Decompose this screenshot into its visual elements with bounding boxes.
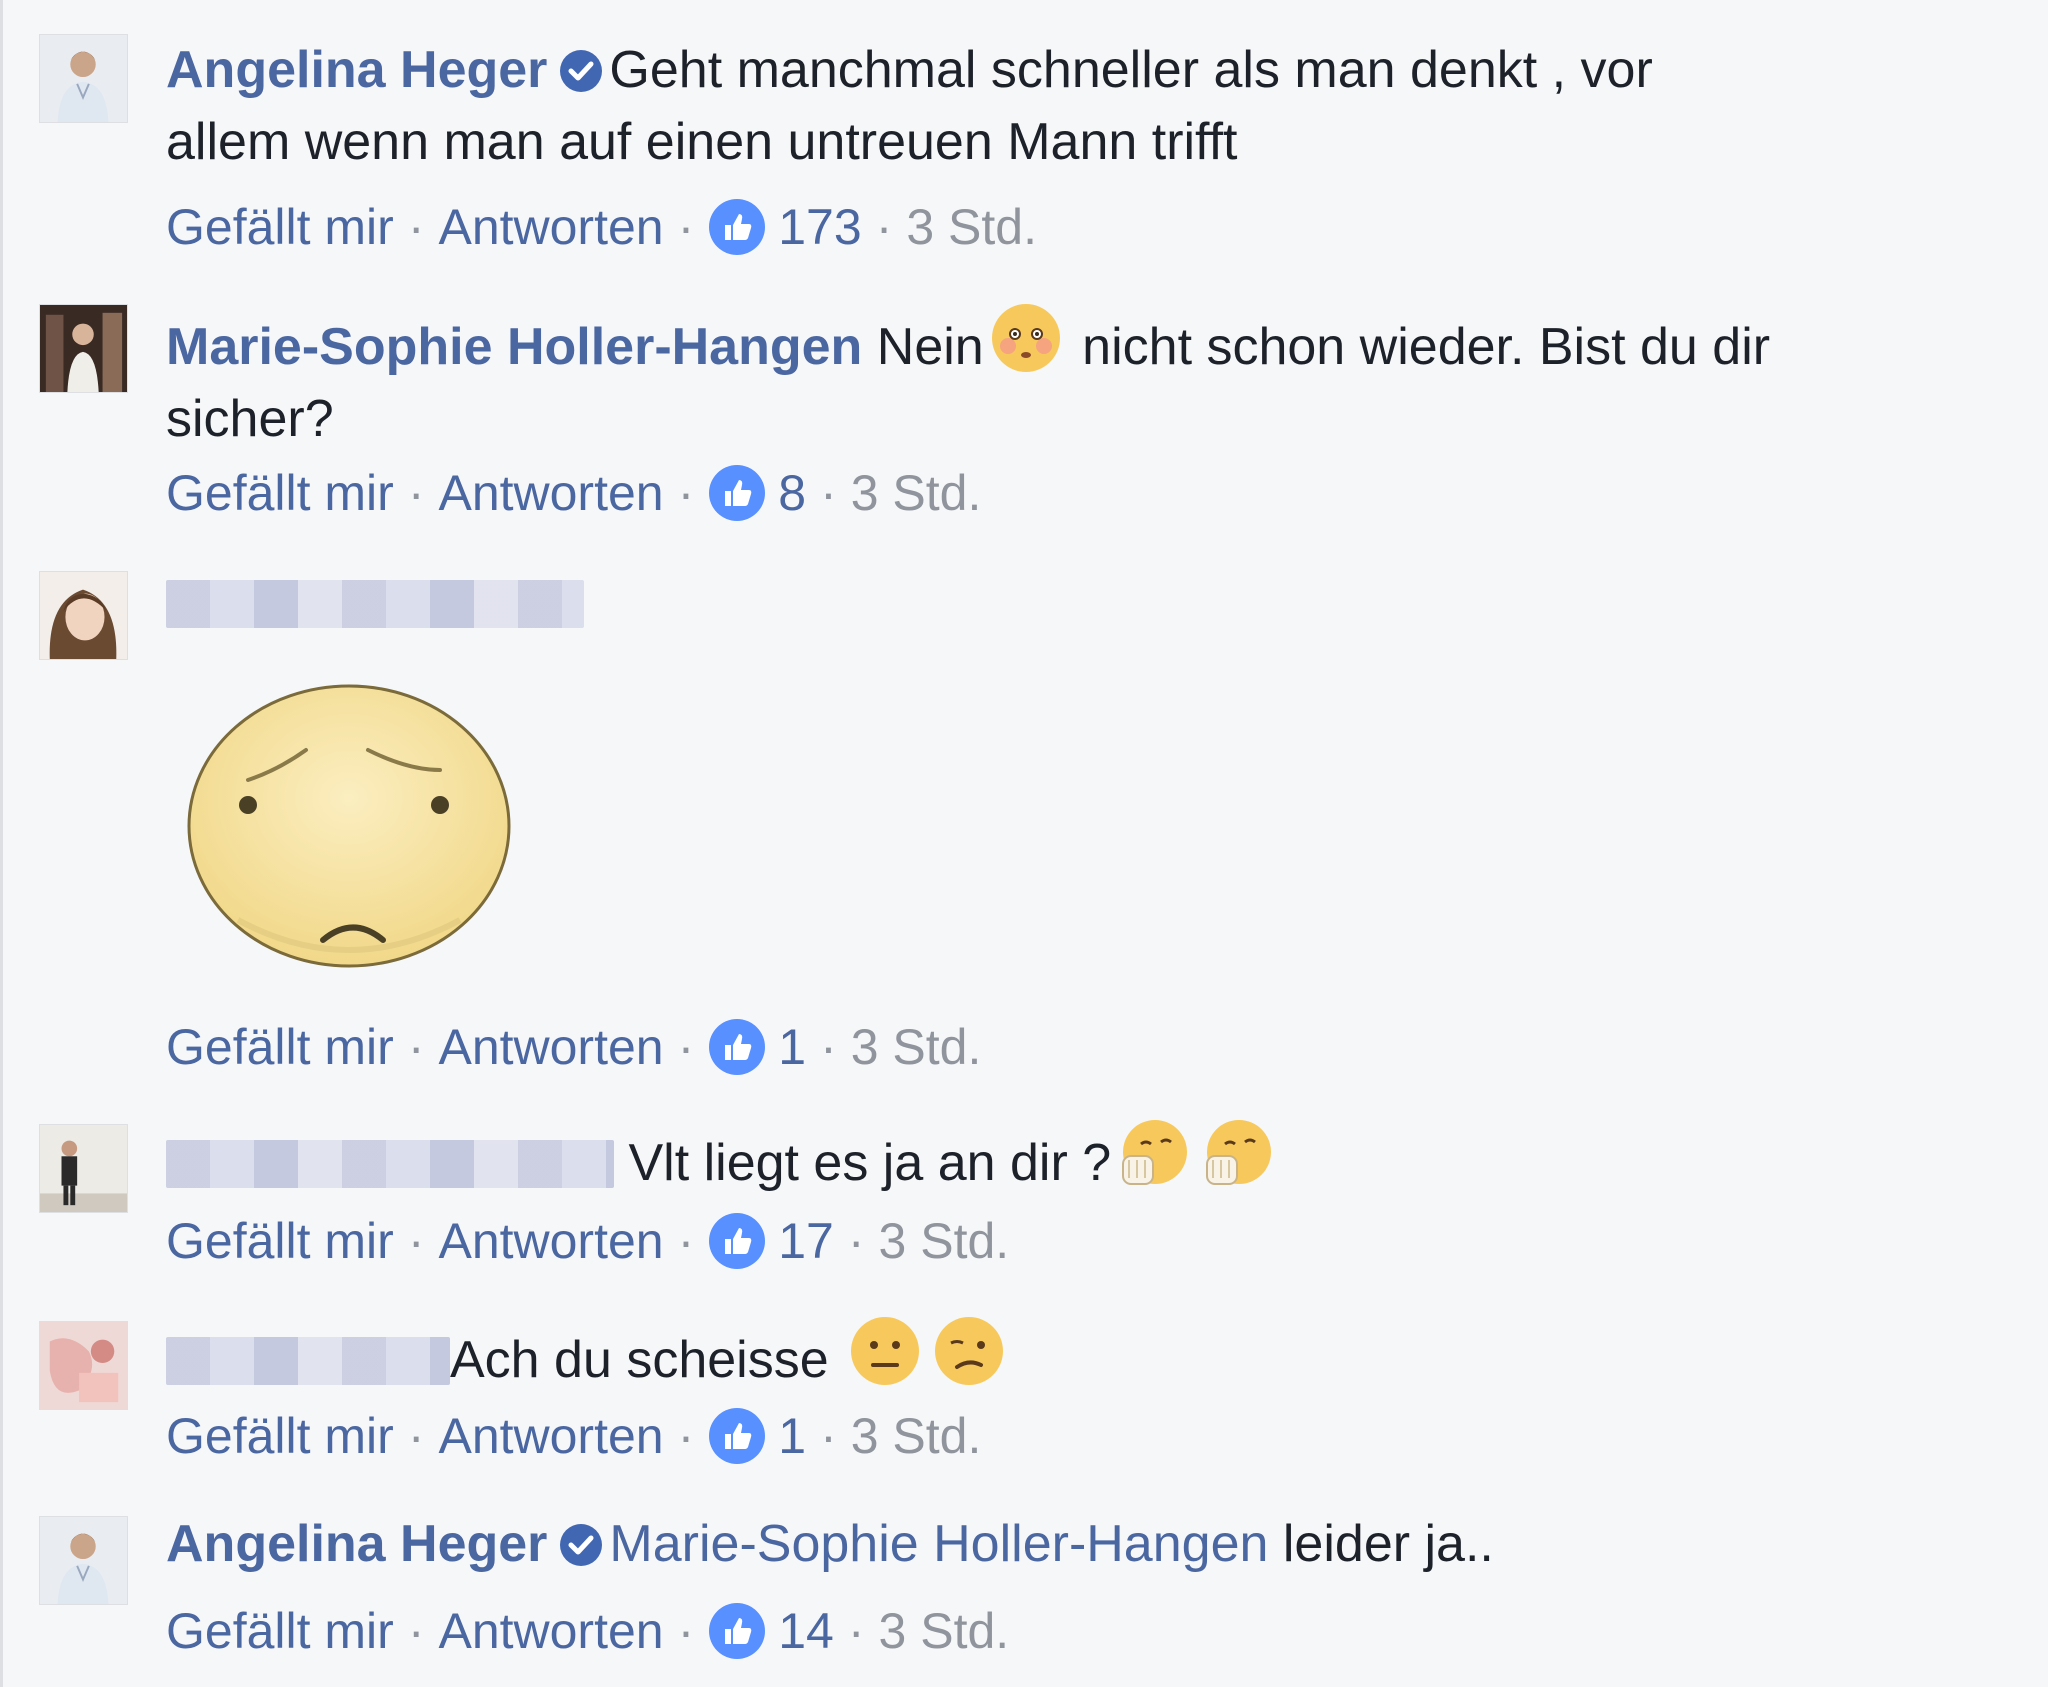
like-count[interactable]: 1	[778, 1408, 806, 1464]
thumbs-up-icon[interactable]	[708, 1018, 766, 1076]
comment-text: Ach du scheisse	[166, 1313, 1956, 1396]
verified-badge-icon	[559, 49, 603, 93]
verified-badge-icon	[559, 1523, 603, 1567]
worried-face-sticker[interactable]	[178, 670, 520, 970]
comment-text-part: Nein	[876, 318, 984, 376]
comment-text-part: Vlt liegt es ja an dir ?	[628, 1134, 1112, 1192]
like-link[interactable]: Gefällt mir	[166, 1603, 394, 1659]
comment-text-line: Geht manchmal schneller als man denkt , …	[609, 41, 1653, 99]
timestamp[interactable]: 3 Std.	[851, 1408, 982, 1464]
left-border	[0, 0, 3, 1687]
like-count[interactable]: 173	[778, 199, 861, 255]
redacted-author-name[interactable]	[166, 1337, 450, 1385]
avatar[interactable]	[39, 304, 128, 393]
author-name[interactable]: Marie-Sophie Holler-Hangen	[166, 318, 862, 376]
thumbs-up-icon[interactable]	[708, 1407, 766, 1465]
confused-face-icon	[931, 1313, 1007, 1389]
comment-text-part: leider ja..	[1282, 1515, 1494, 1573]
mention-link[interactable]: Marie-Sophie Holler-Hangen	[609, 1515, 1268, 1573]
like-link[interactable]: Gefällt mir	[166, 1019, 394, 1075]
comment-text-part: nicht schon wieder. Bist du dir	[1082, 318, 1771, 376]
reply-link[interactable]: Antworten	[438, 1019, 663, 1075]
comment-text-part: Ach du scheisse	[450, 1331, 829, 1389]
avatar[interactable]	[39, 571, 128, 660]
like-link[interactable]: Gefällt mir	[166, 465, 394, 521]
reply-link[interactable]: Antworten	[438, 1213, 663, 1269]
like-link[interactable]: Gefällt mir	[166, 1408, 394, 1464]
comment-actions: Gefällt mir · Antworten · 173 · 3 Std.	[166, 198, 1037, 256]
neutral-face-icon	[847, 1313, 923, 1389]
reply-link[interactable]: Antworten	[438, 1603, 663, 1659]
face-with-hand-over-mouth-icon	[1199, 1116, 1275, 1192]
flushed-face-icon	[988, 300, 1064, 376]
like-count[interactable]: 14	[778, 1603, 834, 1659]
timestamp[interactable]: 3 Std.	[879, 1213, 1010, 1269]
like-link[interactable]: Gefällt mir	[166, 1213, 394, 1269]
like-count[interactable]: 17	[778, 1213, 834, 1269]
thumbs-up-icon[interactable]	[708, 464, 766, 522]
avatar[interactable]	[39, 1321, 128, 1410]
timestamp[interactable]: 3 Std.	[851, 465, 982, 521]
timestamp[interactable]: 3 Std.	[879, 1603, 1010, 1659]
like-count[interactable]: 1	[778, 1019, 806, 1075]
comment-text: Angelina Heger Marie-Sophie Holler-Hangen…	[166, 1508, 1956, 1580]
comment-text-line: allem wenn man auf einen untreuen Mann t…	[166, 113, 1238, 171]
timestamp[interactable]: 3 Std.	[906, 199, 1037, 255]
thumbs-up-icon[interactable]	[708, 198, 766, 256]
redacted-author-name[interactable]	[166, 580, 584, 628]
comment-actions: Gefällt mir · Antworten · 14 · 3 Std.	[166, 1602, 1010, 1660]
comment-text-line: sicher?	[166, 390, 334, 448]
comment-actions: Gefällt mir · Antworten · 17 · 3 Std.	[166, 1212, 1010, 1270]
comment-text: Vlt liegt es ja an dir ?	[166, 1116, 1956, 1199]
comment-actions: Gefällt mir · Antworten · 1 · 3 Std.	[166, 1407, 982, 1465]
reply-link[interactable]: Antworten	[438, 1408, 663, 1464]
avatar[interactable]	[39, 1516, 128, 1605]
comment-actions: Gefällt mir · Antworten · 8 · 3 Std.	[166, 464, 982, 522]
face-with-hand-over-mouth-icon	[1115, 1116, 1191, 1192]
comment-text: Angelina Heger Geht manchmal schneller al…	[166, 34, 1956, 106]
avatar[interactable]	[39, 34, 128, 123]
reply-link[interactable]: Antworten	[438, 199, 663, 255]
comment-text: Marie-Sophie Holler-Hangen Nein nicht sc…	[166, 300, 1956, 383]
thumbs-up-icon[interactable]	[708, 1602, 766, 1660]
author-name[interactable]: Angelina Heger	[166, 1515, 547, 1573]
comment-actions: Gefällt mir · Antworten · 1 · 3 Std.	[166, 1018, 982, 1076]
like-count[interactable]: 8	[778, 465, 806, 521]
thumbs-up-icon[interactable]	[708, 1212, 766, 1270]
reply-link[interactable]: Antworten	[438, 465, 663, 521]
timestamp[interactable]: 3 Std.	[851, 1019, 982, 1075]
like-link[interactable]: Gefällt mir	[166, 199, 394, 255]
redacted-author-name[interactable]	[166, 1140, 614, 1188]
avatar[interactable]	[39, 1124, 128, 1213]
author-name[interactable]: Angelina Heger	[166, 41, 547, 99]
